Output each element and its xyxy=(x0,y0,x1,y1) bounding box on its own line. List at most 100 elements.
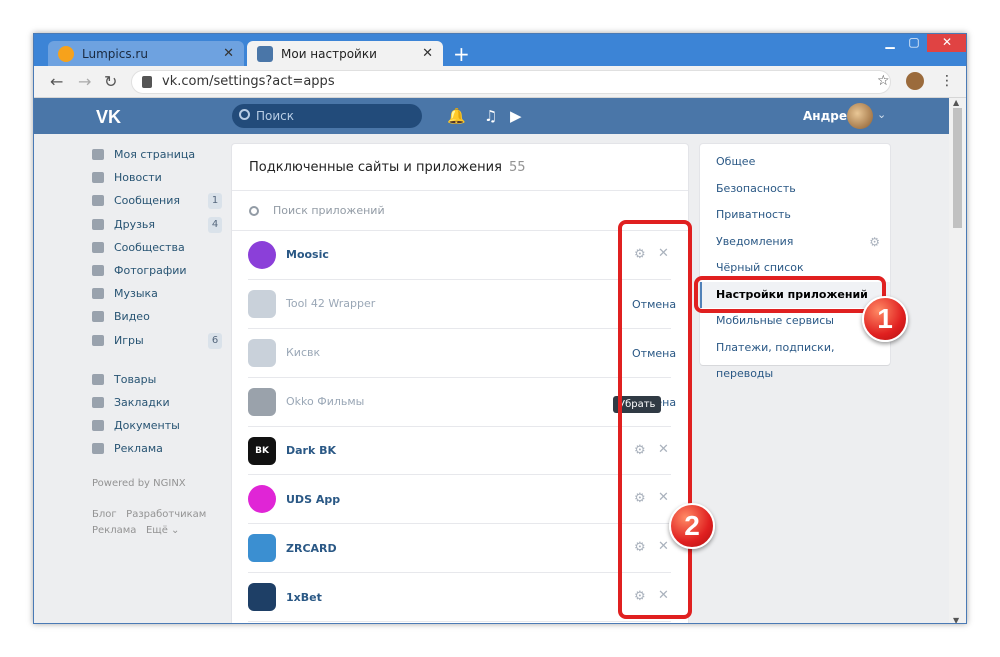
message-icon xyxy=(92,195,104,207)
nav-item-news[interactable]: Новости xyxy=(92,166,222,189)
nav-label: Новости xyxy=(114,171,162,185)
nav-item-ads[interactable]: Реклама xyxy=(92,437,222,460)
nav-label: Фотографии xyxy=(114,264,187,278)
app-name[interactable]: Dark BK xyxy=(286,444,336,457)
app-logo-icon[interactable] xyxy=(248,534,276,563)
app-row: Кисвк Отмена xyxy=(248,329,676,378)
nav-item-my-page[interactable]: Моя страница xyxy=(92,143,222,166)
app-name[interactable]: Okko Фильмы xyxy=(286,395,364,408)
scroll-down-icon[interactable]: ▼ xyxy=(953,616,959,623)
star-icon[interactable]: ☆ xyxy=(877,73,890,89)
gear-icon[interactable]: ⚙ xyxy=(869,229,880,256)
reload-icon[interactable]: ↻ xyxy=(104,72,117,91)
lumpics-favicon-icon xyxy=(58,45,74,62)
new-tab-icon[interactable]: + xyxy=(453,42,470,66)
nav-item-messages[interactable]: Сообщения 1 xyxy=(92,189,222,212)
menu-item-notifications[interactable]: Уведомления ⚙ xyxy=(700,229,890,256)
app-row: 1xBet ⚙ ✕ xyxy=(248,573,671,623)
nav-label: Документы xyxy=(114,419,180,433)
user-avatar[interactable] xyxy=(847,103,873,129)
lock-icon xyxy=(142,76,152,88)
nav-label: Видео xyxy=(114,310,150,324)
music-icon xyxy=(92,288,104,300)
count-badge: 1 xyxy=(208,193,222,210)
play-icon[interactable]: ▶ xyxy=(510,107,522,125)
scrollbar-thumb[interactable] xyxy=(953,108,962,228)
url-field[interactable]: vk.com/settings?act=apps xyxy=(131,70,891,94)
footer-blog-link[interactable]: Блог xyxy=(92,509,117,520)
app-logo-icon[interactable] xyxy=(248,583,276,612)
app-name[interactable]: ZRCARD xyxy=(286,542,337,555)
close-tab-icon[interactable]: ✕ xyxy=(422,46,433,61)
nav-item-video[interactable]: Видео xyxy=(92,305,222,328)
settings-menu: Общее Безопасность Приватность Уведомлен… xyxy=(700,144,890,381)
music-note-icon[interactable]: ♫ xyxy=(484,107,497,125)
nav-label: Закладки xyxy=(114,395,170,409)
app-logo-icon[interactable] xyxy=(248,387,276,416)
url-text: vk.com/settings?act=apps xyxy=(162,74,335,89)
app-row: UDS App ⚙ ✕ xyxy=(248,475,671,525)
nav-item-photos[interactable]: Фотографии xyxy=(92,259,222,282)
page-scrollbar[interactable]: ▲ ▼ xyxy=(949,98,966,623)
star-icon xyxy=(92,396,104,408)
app-name[interactable]: Tool 42 Wrapper xyxy=(286,297,375,310)
count-badge: 4 xyxy=(208,216,222,233)
chevron-down-icon[interactable]: ⌄ xyxy=(877,108,886,121)
forward-icon[interactable]: → xyxy=(78,72,91,91)
footer-more-link[interactable]: Ещё xyxy=(146,525,168,536)
app-logo-icon[interactable] xyxy=(248,338,276,367)
menu-item-general[interactable]: Общее xyxy=(700,149,890,176)
tab-lumpics[interactable]: Lumpics.ru ✕ xyxy=(48,41,244,66)
menu-item-payments[interactable]: Платежи, подписки, переводы xyxy=(700,335,890,381)
app-name[interactable]: Moosic xyxy=(286,248,329,261)
tab-vk-settings[interactable]: Мои настройки ✕ xyxy=(247,41,443,66)
app-row: ZRCARD ⚙ ✕ xyxy=(248,524,671,574)
step-badge-2: 2 xyxy=(669,503,715,549)
vk-page: VK Поиск 🔔 ♫ ▶ Андрей ⌄ Моя страница Нов… xyxy=(34,98,950,623)
vk-header: VK Поиск 🔔 ♫ ▶ Андрей ⌄ xyxy=(34,98,950,134)
app-logo-icon[interactable] xyxy=(248,485,276,514)
search-icon xyxy=(249,205,259,216)
browser-window: Lumpics.ru ✕ Мои настройки ✕ + ▁ ▢ ✕ ← →… xyxy=(33,33,967,624)
nav-item-goods[interactable]: Товары xyxy=(92,368,222,391)
search-placeholder: Поиск xyxy=(256,109,295,123)
nav-item-communities[interactable]: Сообщества xyxy=(92,236,222,259)
nav-label: Музыка xyxy=(114,287,158,301)
apps-count: 55 xyxy=(508,159,526,175)
back-icon[interactable]: ← xyxy=(50,72,63,91)
powered-by: Powered by NGINX xyxy=(92,478,186,490)
minimize-icon[interactable]: ▁ xyxy=(879,34,901,52)
tab-title: Мои настройки xyxy=(281,46,377,61)
menu-item-security[interactable]: Безопасность xyxy=(700,176,890,203)
menu-dots-icon[interactable]: ⋮ xyxy=(940,73,954,89)
home-icon xyxy=(92,149,104,161)
maximize-icon[interactable]: ▢ xyxy=(903,34,925,52)
close-window-icon[interactable]: ✕ xyxy=(927,34,966,52)
nav-item-friends[interactable]: Друзья 4 xyxy=(92,213,222,236)
app-name[interactable]: Кисвк xyxy=(286,346,320,359)
app-row: Okko ФильмыОтмена xyxy=(248,378,676,427)
close-tab-icon[interactable]: ✕ xyxy=(223,46,234,61)
app-name[interactable]: UDS App xyxy=(286,493,340,506)
footer-ads-link[interactable]: Реклама xyxy=(92,525,136,536)
app-name[interactable]: 1xBet xyxy=(286,591,322,604)
vk-logo[interactable]: VK xyxy=(96,107,121,128)
app-logo-icon[interactable] xyxy=(248,240,276,269)
nav-item-music[interactable]: Музыка xyxy=(92,282,222,305)
scroll-up-icon[interactable]: ▲ xyxy=(953,98,959,107)
news-icon xyxy=(92,172,104,184)
camera-icon xyxy=(92,265,104,277)
menu-item-privacy[interactable]: Приватность xyxy=(700,202,890,229)
profile-avatar-icon[interactable] xyxy=(906,72,924,90)
nav-item-bookmarks[interactable]: Закладки xyxy=(92,391,222,414)
app-logo-icon[interactable] xyxy=(248,289,276,318)
video-icon xyxy=(92,311,104,323)
bell-icon[interactable]: 🔔 xyxy=(447,107,466,125)
nav-item-documents[interactable]: Документы xyxy=(92,414,222,437)
footer-dev-link[interactable]: Разработчикам xyxy=(126,509,206,520)
app-logo-icon[interactable]: BK xyxy=(248,436,276,465)
nav-item-games[interactable]: Игры 6 xyxy=(92,329,222,352)
header-search-input[interactable]: Поиск xyxy=(232,104,422,128)
nav-label: Реклама xyxy=(114,442,163,456)
highlight-frame-menu xyxy=(694,276,886,313)
